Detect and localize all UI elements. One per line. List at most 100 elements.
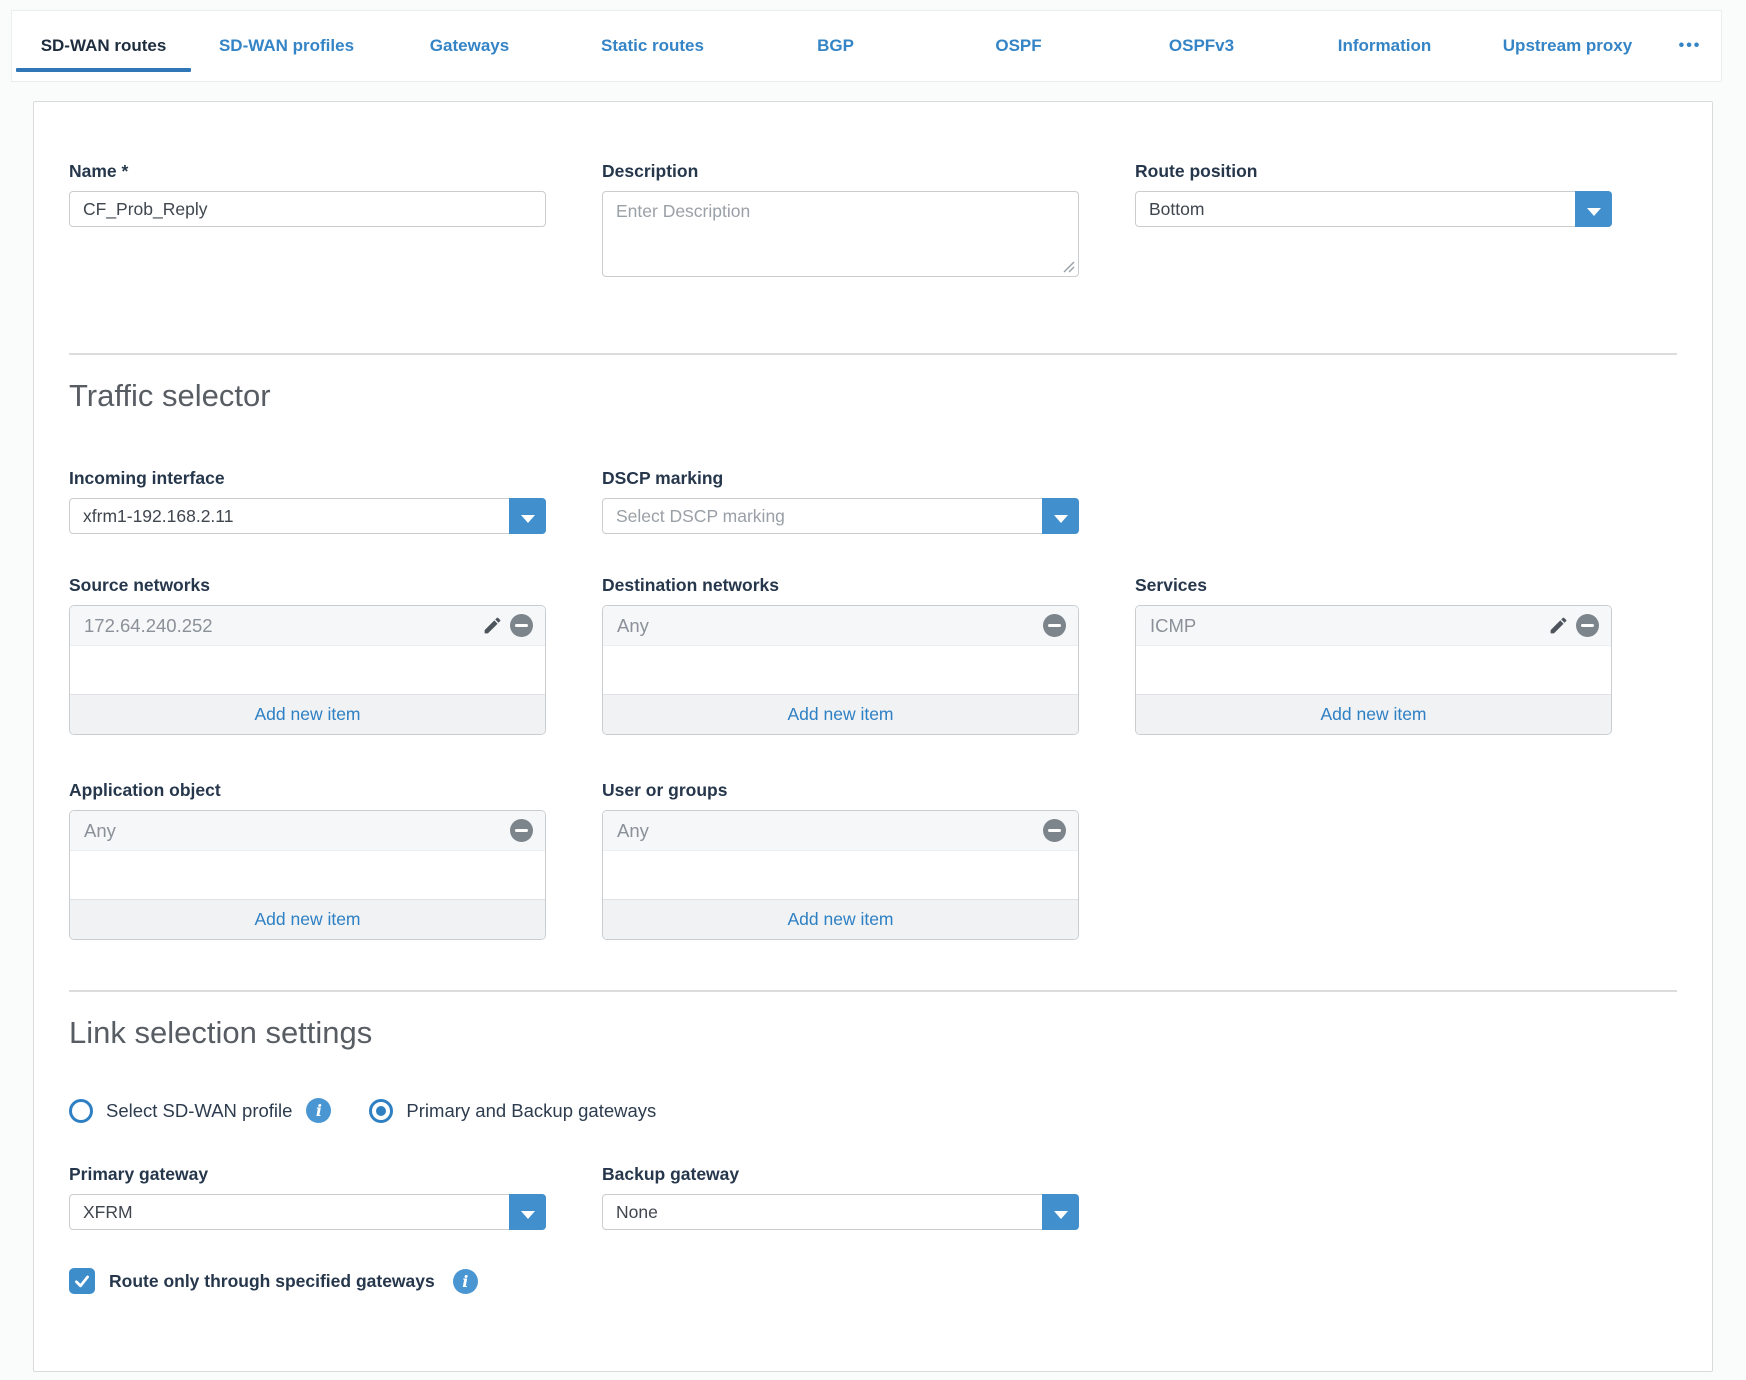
- info-icon[interactable]: i: [453, 1269, 478, 1294]
- backup-gateway-label: Backup gateway: [602, 1163, 1079, 1185]
- radio-primary-backup-gateways[interactable]: [369, 1099, 393, 1123]
- tab-information[interactable]: Information: [1293, 11, 1476, 81]
- listbox-empty-area: [70, 851, 545, 899]
- incoming-interface-select[interactable]: xfrm1-192.168.2.11: [69, 498, 546, 534]
- more-tabs-button[interactable]: •••: [1659, 11, 1721, 81]
- route-only-label: Route only through specified gateways: [109, 1271, 435, 1292]
- services-label: Services: [1135, 574, 1612, 596]
- name-input[interactable]: [69, 191, 546, 227]
- primary-gateway-value: XFRM: [83, 1202, 133, 1223]
- add-new-item-button[interactable]: Add new item: [603, 694, 1078, 734]
- remove-icon[interactable]: [1043, 819, 1066, 842]
- link-selection-title: Link selection settings: [69, 1014, 1677, 1052]
- remove-icon[interactable]: [510, 614, 533, 637]
- listbox-empty-area: [603, 851, 1078, 899]
- tab-static-routes[interactable]: Static routes: [561, 11, 744, 81]
- section-divider: [69, 353, 1677, 355]
- info-glyph: i: [316, 1101, 322, 1120]
- application-object-group: Application object Any Add new item: [69, 779, 546, 940]
- incoming-interface-value: xfrm1-192.168.2.11: [83, 506, 233, 527]
- add-new-item-button[interactable]: Add new item: [70, 899, 545, 939]
- dropdown-button[interactable]: [1042, 1194, 1079, 1230]
- application-object-label: Application object: [69, 779, 546, 801]
- chevron-down-icon: [1054, 1211, 1068, 1219]
- source-networks-listbox: 172.64.240.252 Add new item: [69, 605, 546, 735]
- list-item: Any: [70, 811, 545, 851]
- user-groups-group: User or groups Any Add new item: [602, 779, 1079, 940]
- tab-ospfv3[interactable]: OSPFv3: [1110, 11, 1293, 81]
- tab-upstream-proxy[interactable]: Upstream proxy: [1476, 11, 1659, 81]
- dscp-select[interactable]: Select DSCP marking: [602, 498, 1079, 534]
- user-groups-label: User or groups: [602, 779, 1079, 801]
- list-item: ICMP: [1136, 606, 1611, 646]
- dropdown-button[interactable]: [1042, 498, 1079, 534]
- traffic-selector-title: Traffic selector: [69, 377, 1677, 415]
- dropdown-button[interactable]: [509, 498, 546, 534]
- chevron-down-icon: [1587, 208, 1601, 216]
- tab-label: Static routes: [601, 36, 704, 56]
- chevron-down-icon: [521, 515, 535, 523]
- backup-gateway-value: None: [616, 1202, 658, 1223]
- source-networks-group: Source networks 172.64.240.252 Add new i…: [69, 574, 546, 735]
- application-object-listbox: Any Add new item: [69, 810, 546, 940]
- backup-gateway-select[interactable]: None: [602, 1194, 1079, 1230]
- tab-sdwan-routes[interactable]: SD-WAN routes: [12, 11, 195, 81]
- services-listbox: ICMP Add new item: [1135, 605, 1612, 735]
- remove-icon[interactable]: [510, 819, 533, 842]
- list-item: Any: [603, 811, 1078, 851]
- radio-label: Primary and Backup gateways: [406, 1100, 656, 1122]
- name-label: Name *: [69, 160, 546, 182]
- listbox-empty-area: [603, 646, 1078, 694]
- tab-gateways[interactable]: Gateways: [378, 11, 561, 81]
- tab-sdwan-profiles[interactable]: SD-WAN profiles: [195, 11, 378, 81]
- primary-gateway-select[interactable]: XFRM: [69, 1194, 546, 1230]
- add-new-item-button[interactable]: Add new item: [1136, 694, 1611, 734]
- destination-networks-label: Destination networks: [602, 574, 1079, 596]
- radio-select-sdwan-profile[interactable]: [69, 1099, 93, 1123]
- remove-icon[interactable]: [1576, 614, 1599, 637]
- destination-networks-listbox: Any Add new item: [602, 605, 1079, 735]
- incoming-interface-field-group: Incoming interface xfrm1-192.168.2.11: [69, 467, 546, 534]
- list-item: 172.64.240.252: [70, 606, 545, 646]
- dropdown-button[interactable]: [1575, 191, 1612, 227]
- description-field-group: Description: [602, 160, 1079, 277]
- tab-label: Upstream proxy: [1503, 36, 1632, 56]
- route-position-select[interactable]: Bottom: [1135, 191, 1612, 227]
- sdwan-route-form: Name * Description Route position Bottom…: [33, 101, 1713, 1372]
- list-item-text: Any: [617, 820, 649, 842]
- remove-icon[interactable]: [1043, 614, 1066, 637]
- section-divider: [69, 990, 1677, 992]
- check-icon: [73, 1272, 91, 1290]
- list-item-text: Any: [84, 820, 116, 842]
- chevron-down-icon: [1054, 515, 1068, 523]
- link-mode-radio-group: Select SD-WAN profile i Primary and Back…: [69, 1098, 1677, 1123]
- tab-bar: SD-WAN routes SD-WAN profiles Gateways S…: [11, 10, 1722, 82]
- edit-icon[interactable]: [1548, 615, 1569, 636]
- source-networks-label: Source networks: [69, 574, 546, 596]
- edit-icon[interactable]: [482, 615, 503, 636]
- info-glyph: i: [462, 1272, 468, 1291]
- name-field-group: Name *: [69, 160, 546, 227]
- add-new-item-button[interactable]: Add new item: [70, 694, 545, 734]
- incoming-interface-label: Incoming interface: [69, 467, 546, 489]
- tab-label: SD-WAN profiles: [219, 36, 354, 56]
- add-new-item-button[interactable]: Add new item: [603, 899, 1078, 939]
- tab-bgp[interactable]: BGP: [744, 11, 927, 81]
- route-position-value: Bottom: [1149, 199, 1204, 220]
- radio-label: Select SD-WAN profile: [106, 1100, 292, 1122]
- description-textarea[interactable]: [602, 191, 1079, 277]
- route-only-checkbox[interactable]: [69, 1268, 95, 1294]
- dscp-field-group: DSCP marking Select DSCP marking: [602, 467, 1079, 534]
- tab-label: SD-WAN routes: [41, 36, 167, 56]
- services-group: Services ICMP Add new item: [1135, 574, 1612, 735]
- dropdown-button[interactable]: [509, 1194, 546, 1230]
- tab-ospf[interactable]: OSPF: [927, 11, 1110, 81]
- resize-handle-icon[interactable]: [1062, 260, 1075, 273]
- info-icon[interactable]: i: [306, 1098, 331, 1123]
- primary-gateway-label: Primary gateway: [69, 1163, 546, 1185]
- dscp-label: DSCP marking: [602, 467, 1079, 489]
- route-position-label: Route position: [1135, 160, 1612, 182]
- tab-label: OSPF: [995, 36, 1041, 56]
- list-item-text: Any: [617, 615, 649, 637]
- route-position-field-group: Route position Bottom: [1135, 160, 1612, 227]
